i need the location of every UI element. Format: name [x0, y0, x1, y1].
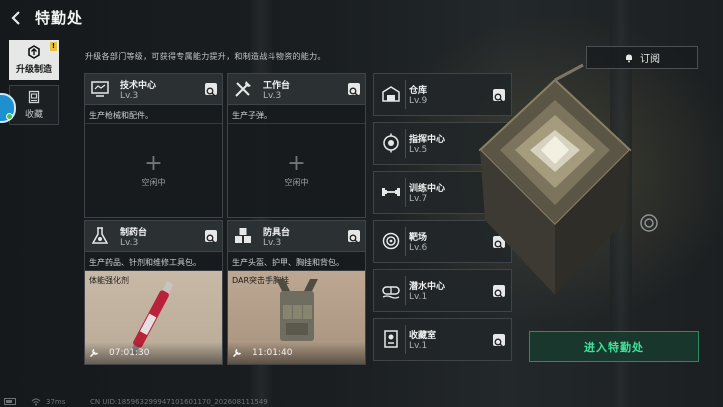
plus-icon: + [287, 150, 306, 176]
facility-card-armor-bench[interactable]: 防具台 Lv.3 生产头盔、护甲、胸挂和背包。 DAR突击手胸挂 11:01:4… [227, 220, 366, 365]
facility-level: Lv.3 [263, 238, 282, 248]
side-nav: ! 升级制造 收藏 [9, 40, 59, 130]
facility-name: 靶场 [409, 233, 428, 243]
uid-text: CN UID:185963299947101601170_20260811154… [90, 398, 268, 406]
facility-name: 工作台 [263, 81, 291, 91]
magnifier-icon[interactable] [205, 83, 217, 97]
facility-name: 训练中心 [409, 184, 446, 194]
production-timer: 11:01:40 [232, 346, 292, 360]
facility-description: 生产药品、针剂和维修工具包。 [85, 252, 222, 271]
monitor-icon [91, 81, 109, 97]
facility-description: 生产头盔、护甲、胸挂和背包。 [228, 252, 365, 271]
production-slot[interactable]: DAR突击手胸挂 11:01:40 [228, 271, 365, 364]
facility-level: Lv.7 [409, 194, 428, 204]
crosshair-icon [640, 214, 658, 232]
alert-badge: ! [50, 42, 57, 51]
nav-label-upgrade: 升级制造 [15, 65, 52, 75]
timer-text: 07:01:30 [109, 348, 150, 358]
magnifier-icon[interactable] [348, 230, 360, 244]
upgrade-icon [28, 45, 40, 59]
card-header: 制药台 Lv.3 [85, 221, 222, 252]
ping-text: 37ms [46, 398, 66, 406]
facility-name: 制药台 [120, 228, 148, 238]
page-title: 特勤处 [35, 9, 84, 27]
magnifier-icon[interactable] [493, 334, 505, 348]
facility-level: Lv.3 [120, 91, 139, 101]
enter-special-ops-button[interactable]: 进入特勤处 [529, 331, 699, 362]
facility-description: 生产枪械和配件。 [85, 105, 222, 124]
back-arrow-icon[interactable] [8, 9, 26, 27]
magnifier-icon[interactable] [205, 230, 217, 244]
producing-item: DAR突击手胸挂 11:01:40 [228, 271, 365, 364]
plus-icon: + [144, 150, 163, 176]
collection-icon [28, 90, 40, 104]
nav-item-collection[interactable]: 收藏 [9, 85, 59, 125]
page-description: 升级各部门等级，可获得专属能力提升，和制造战斗物资的能力。 [85, 52, 326, 61]
idle-label: 空闲中 [284, 177, 309, 187]
display-case-icon [384, 330, 398, 348]
battery-icon [4, 398, 16, 405]
target-icon [382, 232, 400, 250]
facility-level: Lv.3 [263, 91, 282, 101]
tools-icon [235, 81, 251, 97]
wrench-icon [232, 348, 242, 358]
magnifier-icon[interactable] [348, 83, 360, 97]
facility-name: 防具台 [263, 228, 291, 238]
wifi-icon [31, 398, 41, 406]
facility-name: 收藏室 [409, 331, 437, 341]
idle-slot: + 空闲中 [85, 124, 222, 217]
card-header: 工作台 Lv.3 [228, 74, 365, 105]
facility-level: Lv.3 [120, 238, 139, 248]
production-slot[interactable]: 体能强化剂 07:01:30 [85, 271, 222, 364]
flask-icon [91, 227, 109, 244]
dumbbell-icon [382, 188, 400, 196]
facility-card-pharmacy[interactable]: 制药台 Lv.3 生产药品、针剂和维修工具包。 体能强化剂 07:01:30 [84, 220, 223, 365]
card-header: 技术中心 Lv.3 [85, 74, 222, 105]
facility-name: 仓库 [409, 86, 428, 96]
online-dot [6, 113, 13, 120]
facility-level: Lv.1 [409, 292, 428, 302]
facility-slot-collection-room[interactable]: 收藏室 Lv.1 [373, 318, 512, 361]
idle-slot: + 空闲中 [228, 124, 365, 217]
boxes-icon [235, 228, 251, 243]
nav-label-collection: 收藏 [24, 110, 43, 120]
top-bar: 特勤处 [0, 0, 723, 38]
facility-level: Lv.5 [409, 145, 428, 155]
nav-item-upgrade[interactable]: ! 升级制造 [9, 40, 59, 80]
production-slot[interactable]: + 空闲中 [85, 124, 222, 217]
facility-level: Lv.6 [409, 243, 428, 253]
facility-level: Lv.9 [409, 96, 428, 106]
command-icon [383, 133, 399, 153]
facility-card-workbench[interactable]: 工作台 Lv.3 生产子弹。 + 空闲中 [227, 73, 366, 218]
production-timer: 07:01:30 [89, 346, 149, 360]
facility-description: 生产子弹。 [228, 105, 365, 124]
diving-icon [382, 286, 400, 299]
facility-level: Lv.1 [409, 341, 428, 351]
status-footer: 37ms CN UID:185963299947101601170_202608… [0, 395, 723, 407]
facility-card-tech-center[interactable]: 技术中心 Lv.3 生产枪械和配件。 + 空闲中 [84, 73, 223, 218]
timer-text: 11:01:40 [252, 348, 293, 358]
facility-name: 潜水中心 [409, 282, 446, 292]
facility-name: 指挥中心 [409, 135, 446, 145]
producing-item: 体能强化剂 07:01:30 [85, 271, 222, 364]
headquarters-cube-art [478, 63, 632, 295]
warehouse-icon [382, 86, 400, 102]
wrench-icon [89, 348, 99, 358]
production-slot[interactable]: + 空闲中 [228, 124, 365, 217]
idle-label: 空闲中 [141, 177, 166, 187]
card-header: 防具台 Lv.3 [228, 221, 365, 252]
facility-name: 技术中心 [120, 81, 157, 91]
